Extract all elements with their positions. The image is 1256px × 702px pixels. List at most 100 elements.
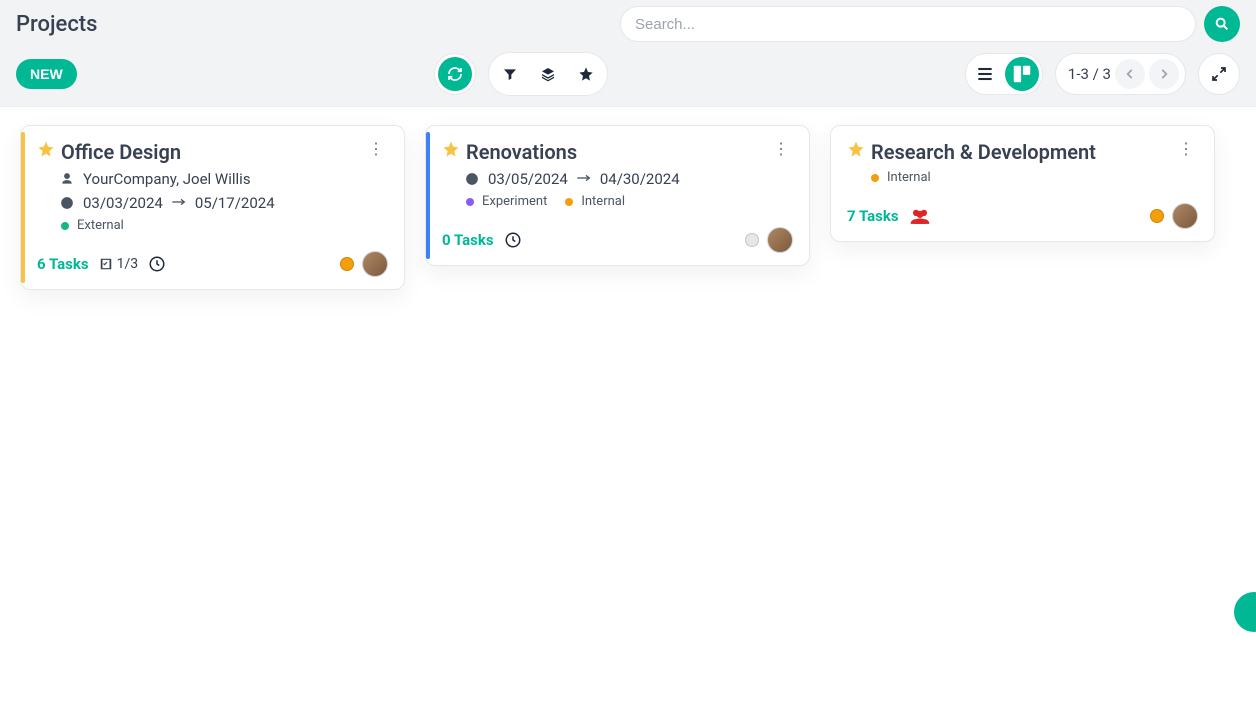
card-tags-row: External: [61, 218, 388, 233]
activity-clock-icon[interactable]: [504, 231, 522, 249]
card-menu-button[interactable]: ⋮: [1174, 140, 1198, 160]
date-start: 03/03/2024: [83, 194, 163, 212]
card-stripe: [21, 132, 25, 283]
arrow-right-icon: [171, 194, 187, 212]
tag-dot-icon: [871, 174, 879, 182]
group-by-button[interactable]: [530, 56, 566, 92]
card-footer-right: [1150, 203, 1198, 229]
favorites-button[interactable]: [568, 56, 604, 92]
card-header: Research & Development ⋮: [847, 140, 1198, 164]
pager-next-button[interactable]: [1149, 59, 1179, 89]
user-icon: [59, 172, 75, 186]
card-tags-row: Experiment Internal: [466, 194, 793, 209]
tag[interactable]: Internal: [871, 170, 931, 185]
date-end: 04/30/2024: [600, 170, 680, 188]
search-button[interactable]: [1204, 6, 1240, 42]
chevron-left-icon: [1123, 67, 1137, 81]
card-header: Renovations ⋮: [442, 140, 793, 164]
milestone-indicator[interactable]: 1/3: [99, 256, 139, 272]
tag-dot-icon: [565, 198, 573, 206]
star-icon[interactable]: [442, 140, 460, 158]
filter-button[interactable]: [492, 56, 528, 92]
refresh-button[interactable]: [438, 57, 472, 91]
card-header: Office Design ⋮: [37, 140, 388, 164]
layers-icon: [540, 66, 556, 82]
date-start: 03/05/2024: [488, 170, 568, 188]
kanban-board: Office Design ⋮ YourCompany, Joel Willis 03…: [0, 106, 1256, 308]
tag[interactable]: Experiment: [466, 194, 547, 209]
avatar[interactable]: [362, 251, 388, 277]
view-switcher: [965, 53, 1043, 95]
tasks-link[interactable]: 6 Tasks: [37, 255, 89, 273]
refresh-container: [434, 53, 476, 95]
project-card[interactable]: Research & Development ⋮ Internal 7 Tasks: [830, 125, 1215, 242]
project-card[interactable]: Office Design ⋮ YourCompany, Joel Willis 03…: [20, 125, 405, 290]
header-toolbar: NEW 1: [16, 52, 1240, 96]
arrow-right-icon: [576, 170, 592, 188]
card-owner-text: YourCompany, Joel Willis: [83, 170, 251, 188]
card-footer: 0 Tasks: [442, 227, 793, 253]
chevron-right-icon: [1157, 67, 1171, 81]
tag-dot-icon: [61, 222, 69, 230]
header: Projects NEW: [0, 0, 1256, 106]
pager: 1-3 / 3: [1055, 53, 1186, 95]
tag-label: External: [77, 218, 124, 233]
new-button[interactable]: NEW: [16, 59, 77, 89]
card-footer: 7 Tasks: [847, 203, 1198, 229]
date-end: 05/17/2024: [195, 194, 275, 212]
card-stripe: [426, 132, 430, 259]
tasks-link[interactable]: 7 Tasks: [847, 207, 899, 225]
card-menu-button[interactable]: ⋮: [769, 140, 793, 160]
kanban-view-button[interactable]: [1005, 57, 1039, 91]
star-icon[interactable]: [847, 140, 865, 158]
star-icon[interactable]: [37, 140, 55, 158]
card-date-row: 03/03/2024 05/17/2024: [37, 194, 388, 212]
activity-clock-icon[interactable]: [148, 255, 166, 273]
status-dot[interactable]: [1150, 209, 1164, 223]
card-date-row: 03/05/2024 04/30/2024: [442, 170, 793, 188]
card-footer: 6 Tasks 1/3: [37, 251, 388, 277]
card-title[interactable]: Renovations: [466, 140, 577, 164]
group-icon[interactable]: [909, 207, 931, 225]
tag-label: Internal: [887, 170, 931, 185]
clock-icon: [59, 196, 75, 210]
tag[interactable]: External: [61, 218, 124, 233]
filter-group: [488, 52, 608, 96]
tasks-link[interactable]: 0 Tasks: [442, 231, 494, 249]
clock-icon: [464, 172, 480, 186]
status-dot[interactable]: [340, 257, 354, 271]
list-view-button[interactable]: [969, 58, 1001, 90]
kanban-icon: [1011, 63, 1033, 85]
tag-label: Internal: [581, 194, 625, 209]
checkbox-icon: [99, 257, 113, 271]
card-title[interactable]: Research & Development: [871, 140, 1096, 164]
card-footer-right: [340, 251, 388, 277]
tag-dot-icon: [466, 198, 474, 206]
expand-button[interactable]: [1198, 53, 1240, 95]
filter-icon: [502, 66, 518, 82]
refresh-icon: [447, 66, 463, 82]
expand-icon: [1211, 66, 1227, 82]
card-tags-row: Internal: [871, 170, 1198, 185]
floating-action-button[interactable]: [1234, 592, 1256, 632]
project-card[interactable]: Renovations ⋮ 03/05/2024 04/30/2024 Experime…: [425, 125, 810, 266]
page-title: Projects: [16, 12, 97, 37]
pager-prev-button[interactable]: [1115, 59, 1145, 89]
tag[interactable]: Internal: [565, 194, 625, 209]
header-top-row: Projects: [16, 6, 1240, 42]
avatar[interactable]: [1172, 203, 1198, 229]
search-input[interactable]: [620, 6, 1196, 42]
card-stripe: [831, 132, 835, 235]
list-icon: [975, 64, 995, 84]
status-dot[interactable]: [745, 233, 759, 247]
search-container: [620, 6, 1240, 42]
avatar[interactable]: [767, 227, 793, 253]
star-icon: [578, 66, 594, 82]
pager-text: 1-3 / 3: [1068, 65, 1111, 83]
card-title[interactable]: Office Design: [61, 140, 181, 164]
milestone-text: 1/3: [117, 256, 139, 272]
card-owner-row: YourCompany, Joel Willis: [37, 170, 388, 188]
tag-label: Experiment: [482, 194, 547, 209]
card-menu-button[interactable]: ⋮: [364, 140, 388, 160]
card-footer-right: [745, 227, 793, 253]
